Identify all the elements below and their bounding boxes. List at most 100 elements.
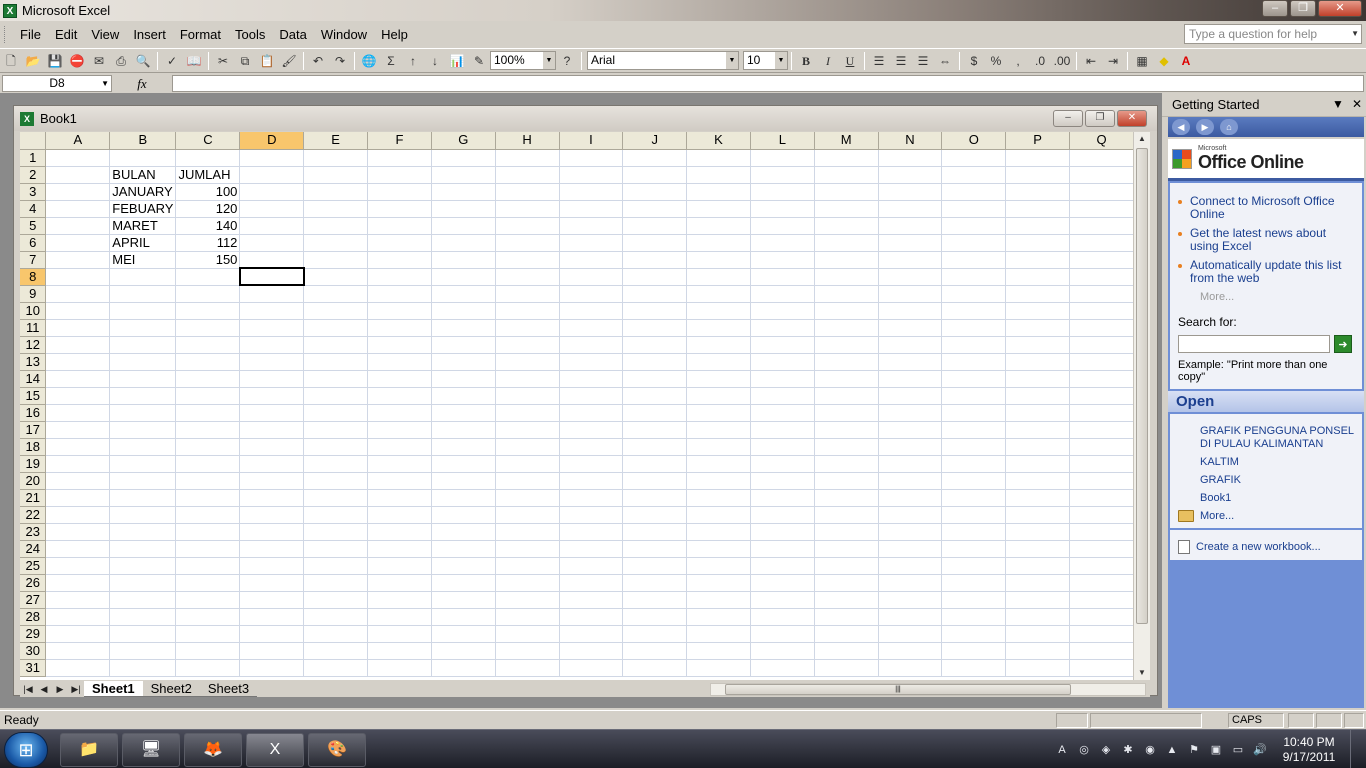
cell-p12[interactable]	[1005, 336, 1071, 354]
cell-n10[interactable]	[878, 302, 943, 320]
cell-q3[interactable]	[1069, 183, 1134, 201]
cell-e6[interactable]	[303, 234, 369, 252]
cell-f31[interactable]	[367, 659, 432, 677]
cell-p26[interactable]	[1005, 574, 1071, 592]
cell-q13[interactable]	[1069, 353, 1134, 371]
cell-k16[interactable]	[686, 404, 751, 422]
cell-g7[interactable]	[431, 251, 496, 269]
cell-i1[interactable]	[559, 149, 624, 167]
cell-e23[interactable]	[303, 523, 369, 541]
row-header-26[interactable]: 26	[20, 574, 47, 592]
cell-o10[interactable]	[941, 302, 1007, 320]
row-header-2[interactable]: 2	[20, 166, 47, 184]
cell-c19[interactable]	[175, 455, 241, 473]
cell-i13[interactable]	[559, 353, 624, 371]
cell-m28[interactable]	[814, 608, 879, 626]
cell-n22[interactable]	[878, 506, 943, 524]
cell-q17[interactable]	[1069, 421, 1134, 439]
minimize-button[interactable]: –	[1262, 0, 1288, 17]
cell-q28[interactable]	[1069, 608, 1134, 626]
cell-g8[interactable]	[431, 268, 496, 286]
cell-k29[interactable]	[686, 625, 751, 643]
cell-j15[interactable]	[622, 387, 688, 405]
cell-b9[interactable]	[109, 285, 177, 303]
cell-g5[interactable]	[431, 217, 496, 235]
cell-h19[interactable]	[495, 455, 560, 473]
cell-b22[interactable]	[109, 506, 177, 524]
column-header-p[interactable]: P	[1005, 132, 1071, 150]
cell-c22[interactable]	[175, 506, 241, 524]
forward-icon[interactable]: ▶	[1196, 119, 1214, 135]
cell-i29[interactable]	[559, 625, 624, 643]
cell-k2[interactable]	[686, 166, 751, 184]
cell-g11[interactable]	[431, 319, 496, 337]
cell-g12[interactable]	[431, 336, 496, 354]
cell-c20[interactable]	[175, 472, 241, 490]
cell-h23[interactable]	[495, 523, 560, 541]
cell-p13[interactable]	[1005, 353, 1071, 371]
cell-g3[interactable]	[431, 183, 496, 201]
spreadsheet-grid[interactable]: A B C D E F G H I J K L M N O P Q 1 2 BULAN JUMLAH 3 JANUARY 10…	[20, 132, 1134, 680]
cell-c23[interactable]	[175, 523, 241, 541]
paste-icon[interactable]: 📋	[256, 51, 278, 71]
cell-c1[interactable]	[175, 149, 241, 167]
cell-m20[interactable]	[814, 472, 879, 490]
cell-k21[interactable]	[686, 489, 751, 507]
cell-f2[interactable]	[367, 166, 432, 184]
cell-m29[interactable]	[814, 625, 879, 643]
cell-o30[interactable]	[941, 642, 1007, 660]
cell-n20[interactable]	[878, 472, 943, 490]
cell-l28[interactable]	[750, 608, 815, 626]
cell-j13[interactable]	[622, 353, 688, 371]
cell-d7[interactable]	[239, 251, 305, 269]
cell-k8[interactable]	[686, 268, 751, 286]
recent-file-grafik-ponsel[interactable]: GRAFIK PENGGUNA PONSEL DI PULAU KALIMANT…	[1200, 425, 1354, 451]
cell-j14[interactable]	[622, 370, 688, 388]
cell-e16[interactable]	[303, 404, 369, 422]
cell-m26[interactable]	[814, 574, 879, 592]
cell-l17[interactable]	[750, 421, 815, 439]
cell-d2[interactable]	[239, 166, 305, 184]
cell-h8[interactable]	[495, 268, 560, 286]
cell-f24[interactable]	[367, 540, 432, 558]
cell-f25[interactable]	[367, 557, 432, 575]
cell-c26[interactable]	[175, 574, 241, 592]
cell-f10[interactable]	[367, 302, 432, 320]
cell-j12[interactable]	[622, 336, 688, 354]
sheet-tab-sheet3[interactable]: Sheet3	[199, 681, 258, 697]
cell-f19[interactable]	[367, 455, 432, 473]
cell-i7[interactable]	[559, 251, 624, 269]
cell-o31[interactable]	[941, 659, 1007, 677]
open-icon[interactable]: 📂	[22, 51, 44, 71]
cell-g27[interactable]	[431, 591, 496, 609]
cell-l13[interactable]	[750, 353, 815, 371]
cell-o29[interactable]	[941, 625, 1007, 643]
show-desktop-button[interactable]	[1350, 730, 1360, 768]
cell-i24[interactable]	[559, 540, 624, 558]
cell-e14[interactable]	[303, 370, 369, 388]
device-icon[interactable]: ▣	[1208, 742, 1224, 758]
cell-n17[interactable]	[878, 421, 943, 439]
cell-a23[interactable]	[45, 523, 111, 541]
cell-o6[interactable]	[941, 234, 1007, 252]
cell-h25[interactable]	[495, 557, 560, 575]
cell-m5[interactable]	[814, 217, 879, 235]
cell-l10[interactable]	[750, 302, 815, 320]
cell-l30[interactable]	[750, 642, 815, 660]
cell-l8[interactable]	[750, 268, 815, 286]
cell-b19[interactable]	[109, 455, 177, 473]
cell-d30[interactable]	[239, 642, 305, 660]
cell-c15[interactable]	[175, 387, 241, 405]
cell-c9[interactable]	[175, 285, 241, 303]
cell-h29[interactable]	[495, 625, 560, 643]
cell-o14[interactable]	[941, 370, 1007, 388]
cell-f21[interactable]	[367, 489, 432, 507]
cell-o28[interactable]	[941, 608, 1007, 626]
cell-h12[interactable]	[495, 336, 560, 354]
cell-g2[interactable]	[431, 166, 496, 184]
cell-q9[interactable]	[1069, 285, 1134, 303]
cell-k3[interactable]	[686, 183, 751, 201]
cell-n14[interactable]	[878, 370, 943, 388]
sheet-tab-sheet2[interactable]: Sheet2	[142, 681, 200, 697]
cell-f16[interactable]	[367, 404, 432, 422]
